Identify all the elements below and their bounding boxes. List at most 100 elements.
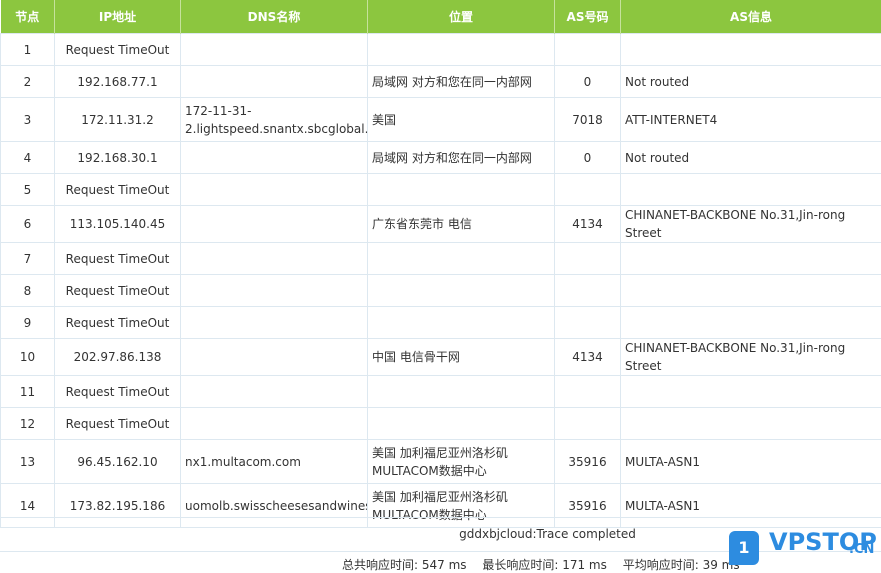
hop-dns [181,142,368,174]
hop-as-info [621,307,881,339]
hop-location [368,243,555,275]
hop-dns [181,408,368,440]
hop-dns [181,339,368,376]
table-row: 1Request TimeOut [1,34,881,66]
hop-location: 美国 加利福尼亚州洛杉矶MULTACOM数据中心 [368,440,555,484]
hop-dns [181,376,368,408]
hop-dns [181,307,368,339]
hop-as-info [621,275,881,307]
table-header-row: 节点 IP地址 DNS名称 位置 AS号码 AS信息 [1,0,881,34]
hop-number: 6 [1,206,55,243]
avg-response-time: 平均响应时间: 39 ms [623,558,740,572]
hop-location: 中国 电信骨干网 [368,339,555,376]
header-node: 节点 [1,0,55,34]
hop-ip: Request TimeOut [55,174,181,206]
hop-number: 4 [1,142,55,174]
hop-ip: 113.105.140.45 [55,206,181,243]
hop-location [368,376,555,408]
hop-ip: 96.45.162.10 [55,440,181,484]
hop-ip: 202.97.86.138 [55,339,181,376]
table-row: 2192.168.77.1 局域网 对方和您在同一内部网0Not routed [1,66,881,98]
hop-as-info: CHINANET-BACKBONE No.31,Jin-rong Street [621,206,881,243]
total-response-time: 总共响应时间: 547 ms [342,558,467,572]
table-row: 1396.45.162.10nx1.multacom.com美国 加利福尼亚州洛… [1,440,881,484]
hop-ip: 192.168.77.1 [55,66,181,98]
hop-asn [555,174,621,206]
table-row: 5Request TimeOut [1,174,881,206]
table-row: 6113.105.140.45 广东省东莞市 电信4134CHINANET-BAC… [1,206,881,243]
hop-dns: nx1.multacom.com [181,440,368,484]
hop-asn: 4134 [555,206,621,243]
logo-tld-text: .CN [849,542,874,557]
hop-ip: Request TimeOut [55,307,181,339]
hop-location [368,307,555,339]
hop-ip: Request TimeOut [55,376,181,408]
hop-asn [555,307,621,339]
header-ip: IP地址 [55,0,181,34]
hop-dns [181,206,368,243]
hop-ip: 192.168.30.1 [55,142,181,174]
hop-dns [181,243,368,275]
hop-number: 11 [1,376,55,408]
header-location: 位置 [368,0,555,34]
hop-asn [555,408,621,440]
header-asn: AS号码 [555,0,621,34]
hop-number: 1 [1,34,55,66]
hop-number: 9 [1,307,55,339]
hop-as-info [621,34,881,66]
hop-location: 美国 [368,98,555,142]
trace-table-body: 1Request TimeOut2192.168.77.1局域网 对方和您在同一… [1,34,881,528]
hop-dns [181,174,368,206]
hop-ip: Request TimeOut [55,34,181,66]
hop-asn [555,34,621,66]
hop-dns [181,34,368,66]
hop-dns [181,66,368,98]
table-row: 8Request TimeOut [1,275,881,307]
max-response-time: 最长响应时间: 171 ms [482,558,607,572]
hop-location: 广东省东莞市 电信 [368,206,555,243]
hop-asn: 0 [555,142,621,174]
hop-asn [555,376,621,408]
hop-location [368,174,555,206]
hop-number: 13 [1,440,55,484]
hop-dns: 172-11-31-2.lightspeed.snantx.sbcglobal.… [181,98,368,142]
hop-number: 2 [1,66,55,98]
hop-location [368,275,555,307]
hop-asn: 7018 [555,98,621,142]
table-row: 9Request TimeOut [1,307,881,339]
table-row: 3172.11.31.2172-11-31-2.lightspeed.snant… [1,98,881,142]
logo-badge-icon: 1 [729,531,759,565]
table-row: 7Request TimeOut [1,243,881,275]
hop-location [368,408,555,440]
hop-number: 3 [1,98,55,142]
hop-as-info [621,408,881,440]
trace-table: 节点 IP地址 DNS名称 位置 AS号码 AS信息 1Request Time… [0,0,881,528]
table-row: 12Request TimeOut [1,408,881,440]
hop-as-info: Not routed [621,142,881,174]
hop-as-info [621,174,881,206]
header-dns: DNS名称 [181,0,368,34]
vpstop-watermark-logo: 1 VPSTOP .CN [727,526,877,566]
hop-location: 局域网 对方和您在同一内部网 [368,142,555,174]
hop-as-info [621,376,881,408]
trace-status-text: gddxbjcloud:Trace completed [459,527,636,541]
response-time-summary: 总共响应时间: 547 ms 最长响应时间: 171 ms 平均响应时间: 39… [342,556,752,573]
hop-number: 7 [1,243,55,275]
hop-number: 12 [1,408,55,440]
hop-ip: Request TimeOut [55,275,181,307]
hop-location: 局域网 对方和您在同一内部网 [368,66,555,98]
hop-number: 5 [1,174,55,206]
hop-as-info: CHINANET-BACKBONE No.31,Jin-rong Street [621,339,881,376]
hop-asn: 4134 [555,339,621,376]
table-row: 10202.97.86.138 中国 电信骨干网4134CHINANET-BACK… [1,339,881,376]
hop-number: 10 [1,339,55,376]
hop-asn: 35916 [555,440,621,484]
table-row: 4192.168.30.1 局域网 对方和您在同一内部网0Not routed [1,142,881,174]
hop-asn: 0 [555,66,621,98]
table-row: 11Request TimeOut [1,376,881,408]
hop-as-info: MULTA-ASN1 [621,440,881,484]
hop-as-info: Not routed [621,66,881,98]
header-as-info: AS信息 [621,0,881,34]
hop-as-info: ATT-INTERNET4 [621,98,881,142]
hop-ip: Request TimeOut [55,243,181,275]
